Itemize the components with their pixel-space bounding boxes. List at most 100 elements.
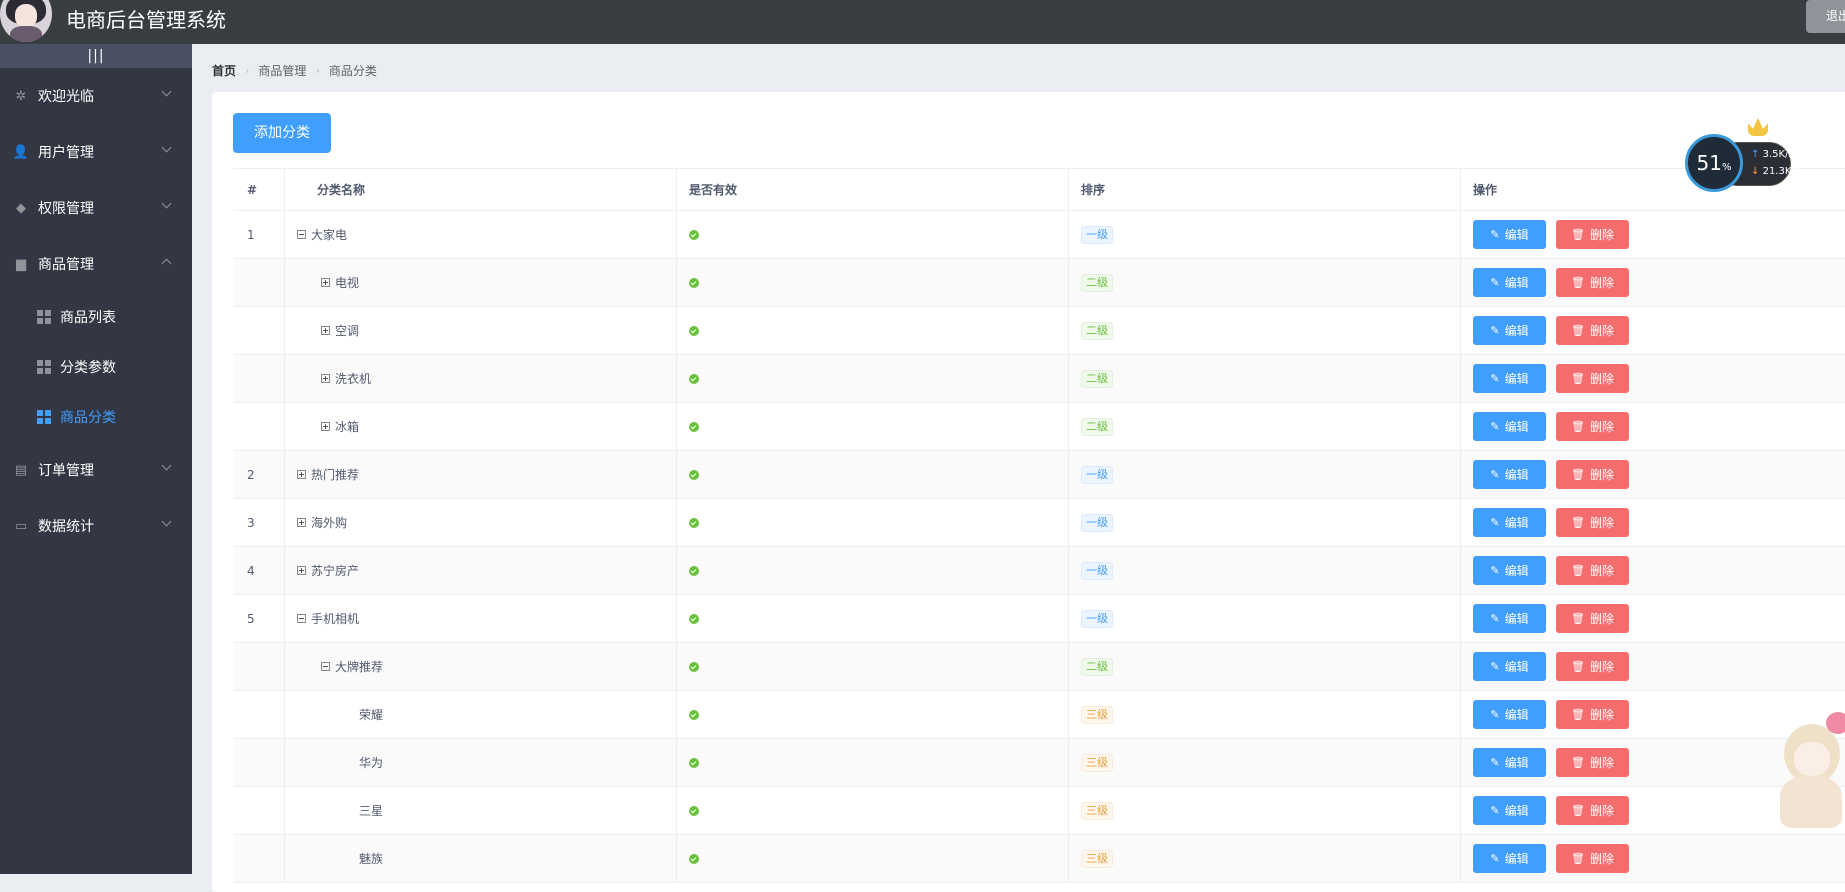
level-cell: 二级 [1069, 355, 1461, 402]
delete-button[interactable]: 🗑 删除 [1556, 748, 1629, 777]
delete-button[interactable]: 🗑 删除 [1556, 508, 1629, 537]
column-header: 排序 [1069, 169, 1461, 210]
category-name: 空调 [335, 324, 360, 338]
network-speed-widget[interactable]: 51% ↑ 3.5K/s ↓ 21.3K/s [1685, 134, 1809, 192]
category-name: 冰箱 [335, 420, 360, 434]
level-tag: 一级 [1081, 465, 1113, 484]
delete-button[interactable]: 🗑 删除 [1556, 220, 1629, 249]
delete-button[interactable]: 🗑 删除 [1556, 604, 1629, 633]
category-name: 大牌推荐 [335, 660, 384, 674]
usage-percent: 51% [1685, 134, 1743, 192]
edit-button[interactable]: ✎ 编辑 [1473, 844, 1546, 873]
box-icon: ◆ [16, 200, 26, 216]
level-tag: 三级 [1081, 801, 1113, 820]
edit-button[interactable]: ✎ 编辑 [1473, 268, 1546, 297]
expand-plus-icon[interactable] [297, 470, 306, 479]
sidebar-item-rights[interactable]: ◆ 权限管理 [0, 180, 192, 236]
delete-button[interactable]: 🗑 删除 [1556, 652, 1629, 681]
check-circle-icon [689, 325, 699, 336]
delete-button[interactable]: 🗑 删除 [1556, 412, 1629, 441]
edit-button[interactable]: ✎ 编辑 [1473, 364, 1546, 393]
sidebar-subitem-params[interactable]: 分类参数 [0, 342, 192, 392]
sidebar-item-reports[interactable]: ▭ 数据统计 [0, 498, 192, 554]
delete-button[interactable]: 🗑 删除 [1556, 796, 1629, 825]
level-tag: 二级 [1081, 657, 1113, 676]
level-cell: 三级 [1069, 739, 1461, 786]
valid-cell [677, 787, 1069, 834]
sidebar-toggle-button[interactable]: ||| [0, 44, 192, 68]
actions-cell: ✎ 编辑 🗑 删除 [1461, 451, 1845, 498]
table-row: 2 热门推荐 一级 ✎ 编辑 🗑 删除 [234, 451, 1845, 499]
delete-button[interactable]: 🗑 删除 [1556, 316, 1629, 345]
collapse-minus-icon[interactable] [297, 614, 306, 623]
category-name-cell: 三星 [285, 787, 677, 834]
delete-button[interactable]: 🗑 删除 [1556, 364, 1629, 393]
expand-plus-icon[interactable] [297, 518, 306, 527]
chevron-down-icon [161, 516, 172, 527]
table-row: 三星 三级 ✎ 编辑 🗑 删除 [234, 787, 1845, 835]
collapse-minus-icon[interactable] [297, 230, 306, 239]
expand-plus-icon[interactable] [321, 374, 330, 383]
category-name: 热门推荐 [311, 468, 360, 482]
table-row: 魅族 三级 ✎ 编辑 🗑 删除 [234, 835, 1845, 883]
delete-button[interactable]: 🗑 删除 [1556, 460, 1629, 489]
expand-plus-icon[interactable] [297, 566, 306, 575]
collapse-minus-icon[interactable] [321, 662, 330, 671]
edit-button[interactable]: ✎ 编辑 [1473, 652, 1546, 681]
trash-icon: 🗑 [1571, 372, 1585, 385]
edit-button[interactable]: ✎ 编辑 [1473, 460, 1546, 489]
sidebar-subitem-categories[interactable]: 商品分类 [0, 392, 192, 442]
expand-plus-icon[interactable] [321, 326, 330, 335]
actions-cell: ✎ 编辑 🗑 删除 [1461, 211, 1845, 258]
expand-plus-icon[interactable] [321, 422, 330, 431]
logout-button[interactable]: 退出 [1806, 0, 1845, 33]
delete-button[interactable]: 🗑 删除 [1556, 844, 1629, 873]
row-index [234, 643, 285, 690]
edit-button[interactable]: ✎ 编辑 [1473, 604, 1546, 633]
edit-button[interactable]: ✎ 编辑 [1473, 748, 1546, 777]
level-cell: 二级 [1069, 643, 1461, 690]
level-tag: 一级 [1081, 609, 1113, 628]
edit-button[interactable]: ✎ 编辑 [1473, 220, 1546, 249]
actions-cell: ✎ 编辑 🗑 删除 [1461, 643, 1845, 690]
category-name-cell: 洗衣机 [285, 355, 677, 402]
edit-button[interactable]: ✎ 编辑 [1473, 508, 1546, 537]
edit-button[interactable]: ✎ 编辑 [1473, 700, 1546, 729]
sidebar-item-goods[interactable]: ▆ 商品管理 [0, 236, 192, 292]
valid-cell [677, 355, 1069, 402]
mascot-character[interactable] [1770, 712, 1845, 832]
delete-button[interactable]: 🗑 删除 [1556, 268, 1629, 297]
sidebar-subitem-label: 商品列表 [60, 310, 116, 326]
row-index [234, 307, 285, 354]
category-name: 苏宁房产 [311, 564, 360, 578]
delete-button[interactable]: 🗑 删除 [1556, 556, 1629, 585]
add-category-button[interactable]: 添加分类 [233, 113, 331, 153]
level-tag: 二级 [1081, 321, 1113, 340]
breadcrumb-home-link[interactable]: 首页 [212, 62, 236, 79]
level-cell: 一级 [1069, 499, 1461, 546]
sidebar-subitem-goods-list[interactable]: 商品列表 [0, 292, 192, 342]
valid-cell [677, 691, 1069, 738]
level-tag: 三级 [1081, 753, 1113, 772]
table-row: 4 苏宁房产 一级 ✎ 编辑 🗑 删除 [234, 547, 1845, 595]
chevron-down-icon [161, 198, 172, 209]
row-index [234, 403, 285, 450]
edit-icon: ✎ [1490, 228, 1500, 241]
sidebar-item-users[interactable]: 👤 用户管理 [0, 124, 192, 180]
trash-icon: 🗑 [1571, 228, 1585, 241]
delete-button[interactable]: 🗑 删除 [1556, 700, 1629, 729]
level-tag: 一级 [1081, 513, 1113, 532]
trash-icon: 🗑 [1571, 708, 1585, 721]
edit-button[interactable]: ✎ 编辑 [1473, 412, 1546, 441]
edit-button[interactable]: ✎ 编辑 [1473, 556, 1546, 585]
table-row: 大牌推荐 二级 ✎ 编辑 🗑 删除 [234, 643, 1845, 691]
table-row: 冰箱 二级 ✎ 编辑 🗑 删除 [234, 403, 1845, 451]
level-tag: 一级 [1081, 561, 1113, 580]
sidebar-item-welcome[interactable]: ✲ 欢迎光临 [0, 68, 192, 124]
edit-button[interactable]: ✎ 编辑 [1473, 316, 1546, 345]
table-row: 华为 三级 ✎ 编辑 🗑 删除 [234, 739, 1845, 787]
category-name: 洗衣机 [335, 372, 372, 386]
edit-button[interactable]: ✎ 编辑 [1473, 796, 1546, 825]
sidebar-item-orders[interactable]: ▤ 订单管理 [0, 442, 192, 498]
expand-plus-icon[interactable] [321, 278, 330, 287]
